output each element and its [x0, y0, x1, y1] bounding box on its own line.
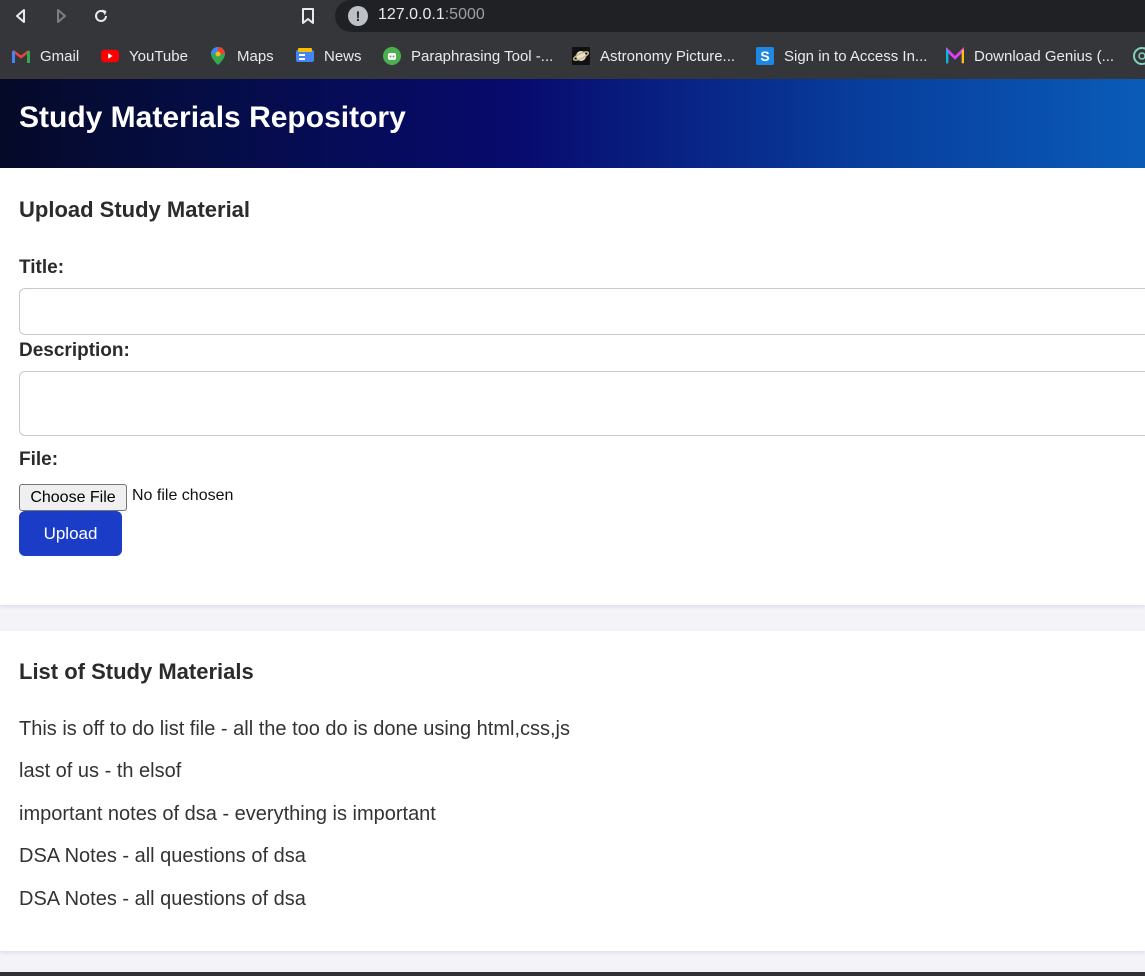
- bookmark-youtube[interactable]: YouTube: [101, 44, 188, 68]
- youtube-icon: [101, 47, 119, 65]
- forward-icon[interactable]: [48, 4, 74, 28]
- bookmark-sign-in[interactable]: S Sign in to Access In...: [756, 44, 927, 68]
- url-host: 127.0.0.1: [378, 6, 445, 23]
- bookmark-paraphrasing-tool[interactable]: Paraphrasing Tool -...: [383, 44, 553, 68]
- bookmark-maps[interactable]: Maps: [209, 44, 274, 68]
- list-heading: List of Study Materials: [19, 659, 254, 684]
- title-label: Title:: [19, 257, 65, 278]
- paraphrasing-tool-icon: [383, 47, 401, 65]
- page-header: Study Materials Repository: [0, 79, 1145, 168]
- bookmarks-bar: Gmail YouTube Maps News Paraphrasing Too…: [0, 40, 1145, 72]
- list-item: This is off to do list file - all the to…: [19, 718, 570, 740]
- description-textarea[interactable]: [19, 371, 1145, 436]
- upload-section: Upload Study Material Title: Description…: [0, 168, 1145, 605]
- maps-icon: [209, 47, 227, 65]
- sign-in-icon: S: [756, 47, 774, 65]
- choose-file-button[interactable]: Choose File: [19, 484, 127, 511]
- bookmark-news[interactable]: News: [296, 44, 362, 68]
- title-input[interactable]: [19, 288, 1145, 335]
- bookmark-icon[interactable]: [295, 4, 321, 28]
- browser-chrome: ! 127.0.0.1:5000 Gmail YouTube Maps News…: [0, 0, 1145, 79]
- description-label: Description:: [19, 340, 130, 361]
- url-port: :5000: [444, 6, 485, 23]
- list-item: important notes of dsa - everything is i…: [19, 803, 436, 825]
- astronomy-picture-icon: [572, 47, 590, 65]
- list-item: DSA Notes - all questions of dsa: [19, 888, 306, 910]
- site-info-icon[interactable]: !: [348, 6, 368, 26]
- upload-button[interactable]: Upload: [19, 511, 122, 556]
- download-genius-icon: [946, 47, 964, 65]
- chatgpt-icon: [1133, 47, 1145, 65]
- address-url[interactable]: 127.0.0.1:5000: [378, 6, 485, 24]
- file-label: File:: [19, 449, 59, 470]
- list-item: DSA Notes - all questions of dsa: [19, 845, 306, 867]
- reload-icon[interactable]: [88, 4, 114, 28]
- bookmark-astronomy-picture[interactable]: Astronomy Picture...: [572, 44, 735, 68]
- no-file-chosen-text: No file chosen: [132, 487, 234, 504]
- bookmark-gmail[interactable]: Gmail: [12, 44, 79, 68]
- svg-text:S: S: [760, 48, 769, 64]
- browser-toolbar: ! 127.0.0.1:5000: [0, 0, 1145, 33]
- page-title: Study Materials Repository: [19, 101, 406, 134]
- gmail-icon: [12, 47, 30, 65]
- bookmark-download-genius[interactable]: Download Genius (...: [946, 44, 1114, 68]
- materials-list-section: List of Study Materials This is off to d…: [0, 631, 1145, 951]
- back-icon[interactable]: [8, 4, 34, 28]
- upload-heading: Upload Study Material: [19, 197, 251, 222]
- bookmark-overflow[interactable]: [1133, 44, 1145, 68]
- window-bottom-edge: [0, 972, 1145, 976]
- list-item: last of us - th elsof: [19, 760, 182, 782]
- news-icon: [296, 47, 314, 65]
